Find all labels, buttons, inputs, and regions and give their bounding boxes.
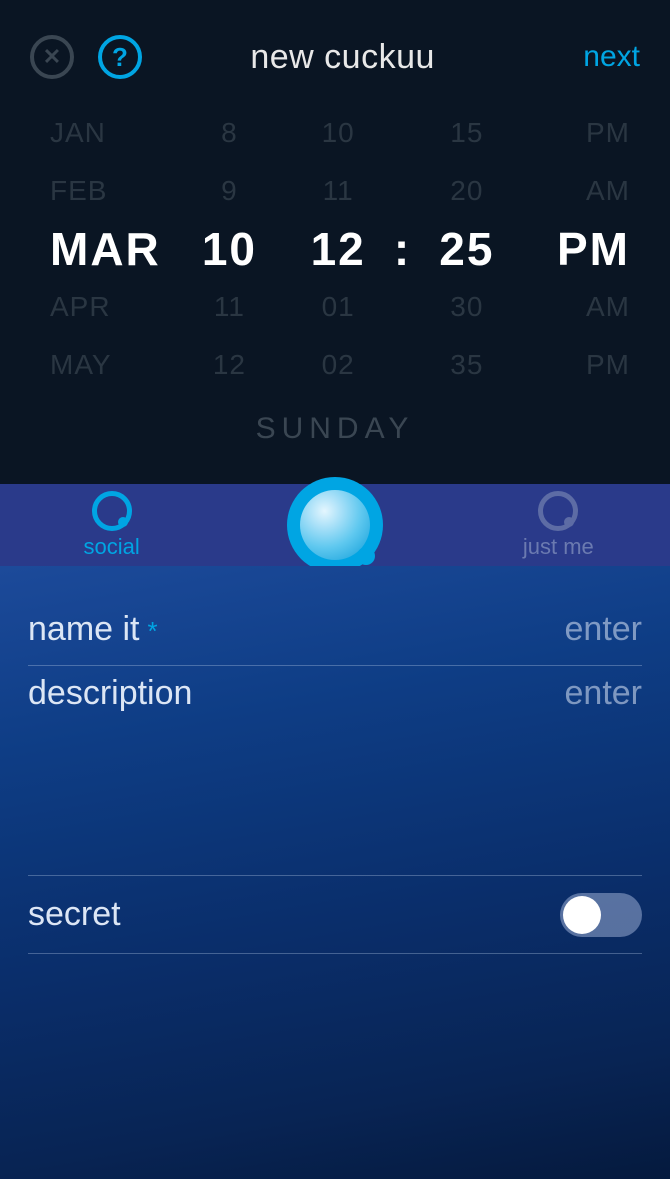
bubble-tail-icon xyxy=(357,547,375,565)
minute-picker[interactable]: 15 20 25 30 35 xyxy=(413,104,522,394)
header: ✕ ? new cuckuu next xyxy=(0,0,670,104)
secret-row: secret xyxy=(28,876,642,954)
form-area: name it * enter description enter secret… xyxy=(0,566,670,1179)
mode-social-label: social xyxy=(84,534,140,560)
mode-bar: social just me xyxy=(0,484,670,566)
ampm-picker[interactable]: PM AM PM AM PM xyxy=(521,104,640,394)
description-label: description xyxy=(28,674,192,713)
datetime-picker: JAN FEB MAR APR MAY 8 9 10 11 12 10 11 1… xyxy=(0,104,670,456)
hour-picker[interactable]: 10 11 12 01 02 xyxy=(284,104,393,394)
center-avatar-button[interactable] xyxy=(287,477,383,573)
time-colon: : xyxy=(393,104,413,394)
secret-toggle[interactable] xyxy=(560,893,642,937)
mode-just-me[interactable]: just me xyxy=(447,484,670,566)
next-button[interactable]: next xyxy=(583,40,640,74)
page-title: new cuckuu xyxy=(102,38,583,77)
toggle-knob xyxy=(563,896,601,934)
name-label: name it * xyxy=(28,610,158,649)
required-asterisk: * xyxy=(148,616,158,647)
day-of-week-label: SUNDAY xyxy=(30,412,640,446)
day-picker[interactable]: 8 9 10 11 12 xyxy=(175,104,284,394)
mode-social[interactable]: social xyxy=(0,484,223,566)
close-icon: ✕ xyxy=(43,46,61,68)
secret-label: secret xyxy=(28,895,121,934)
name-field[interactable]: name it * enter xyxy=(28,594,642,666)
bubble-icon xyxy=(92,491,132,531)
description-placeholder: enter xyxy=(565,674,643,713)
mode-just-me-label: just me xyxy=(523,534,594,560)
name-placeholder: enter xyxy=(565,610,643,649)
month-picker[interactable]: JAN FEB MAR APR MAY xyxy=(30,104,175,394)
bubble-icon xyxy=(538,491,578,531)
description-field[interactable]: description enter xyxy=(28,666,642,876)
close-button[interactable]: ✕ xyxy=(30,35,74,79)
